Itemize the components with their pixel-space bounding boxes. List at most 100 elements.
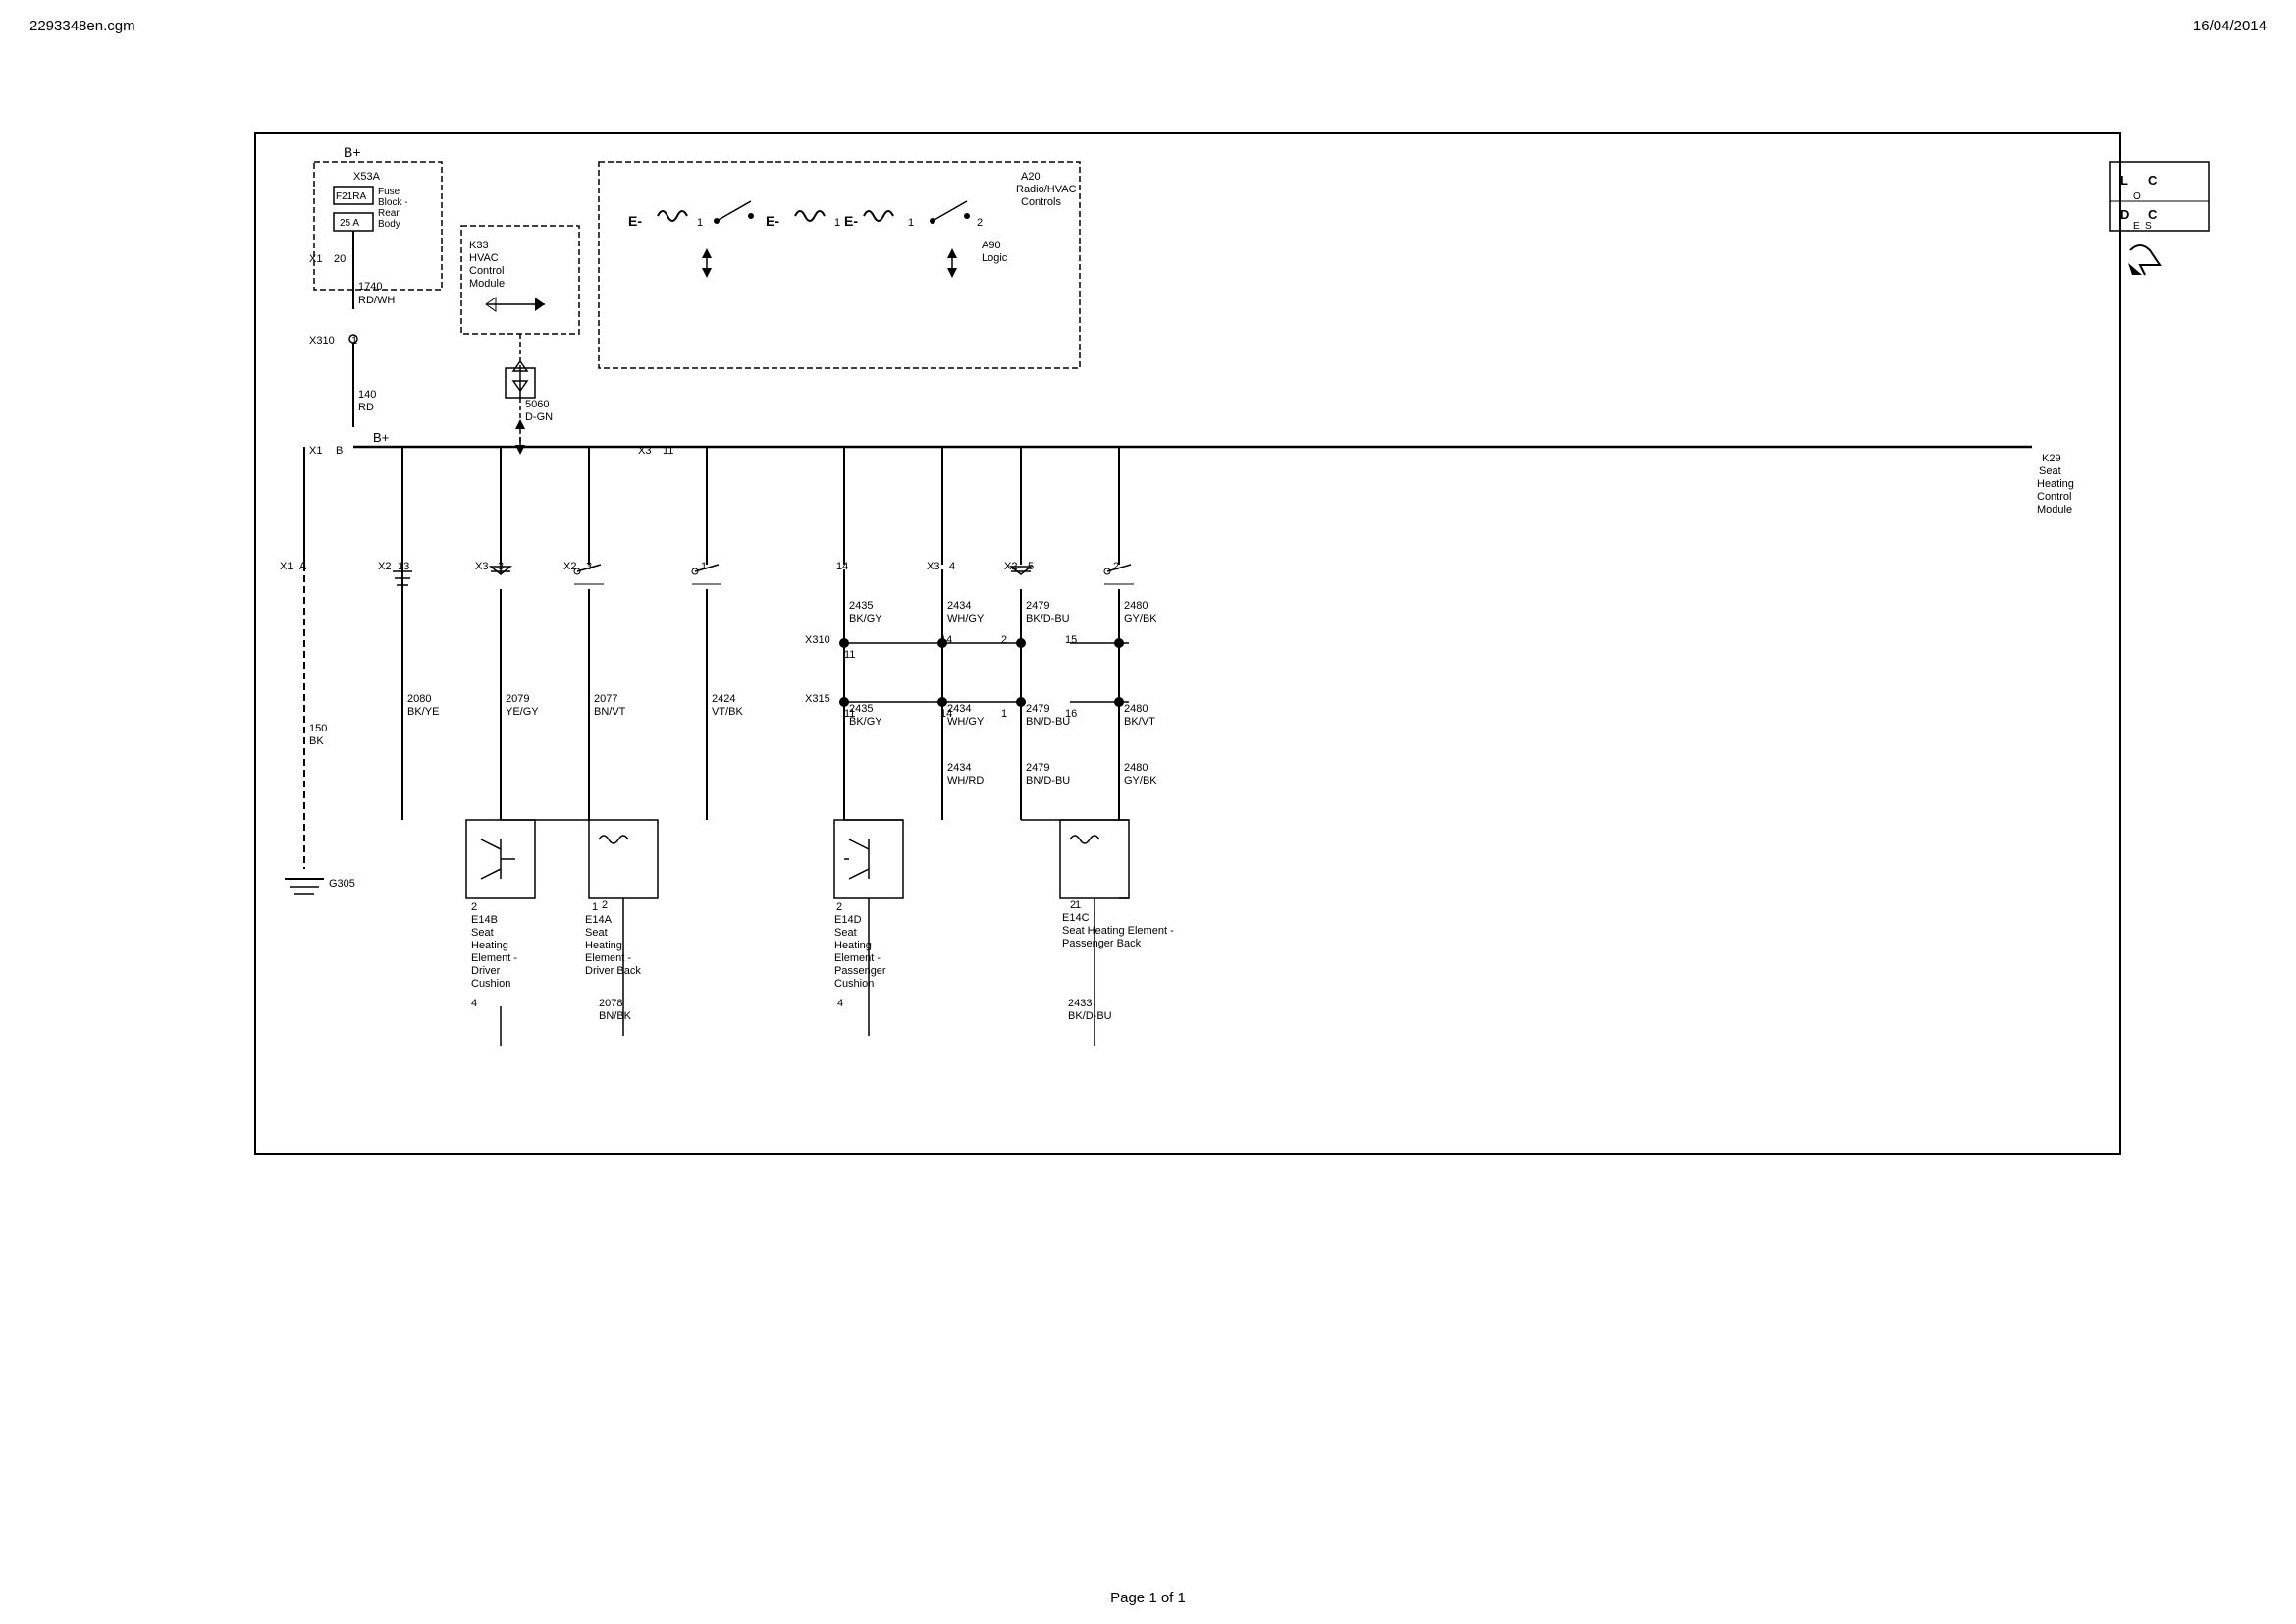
wiring-diagram: B+ X53A F21RA Fuse Block - Rear Body 25 … (20, 54, 2277, 1586)
svg-text:2479: 2479 (1026, 600, 1049, 612)
svg-text:BN/VT: BN/VT (594, 706, 626, 718)
svg-text:BK/D-BU: BK/D-BU (1026, 613, 1070, 624)
svg-text:X315: X315 (805, 693, 830, 705)
svg-text:X1: X1 (309, 445, 322, 457)
svg-text:2435: 2435 (849, 600, 873, 612)
svg-text:2: 2 (471, 901, 477, 913)
svg-text:2077: 2077 (594, 693, 617, 705)
svg-text:2078: 2078 (599, 998, 622, 1009)
svg-text:25 A: 25 A (340, 218, 359, 229)
svg-text:Seat: Seat (471, 927, 494, 939)
svg-text:Element -: Element - (471, 952, 517, 964)
total-pages: 1 (1178, 1590, 1186, 1606)
svg-text:5060: 5060 (525, 399, 549, 410)
svg-text:WH/GY: WH/GY (947, 613, 985, 624)
svg-text:D-GN: D-GN (525, 411, 553, 423)
svg-text:X3: X3 (927, 561, 939, 572)
svg-text:Cushion: Cushion (471, 978, 510, 990)
svg-text:RD/WH: RD/WH (358, 295, 395, 306)
svg-text:1: 1 (697, 217, 703, 229)
svg-text:1: 1 (1075, 899, 1081, 911)
svg-text:Radio/HVAC: Radio/HVAC (1016, 184, 1077, 195)
svg-text:VT/BK: VT/BK (712, 706, 743, 718)
svg-text:B: B (336, 445, 343, 457)
svg-text:X53A: X53A (353, 171, 381, 183)
svg-text:2480: 2480 (1124, 600, 1148, 612)
svg-text:C: C (2148, 207, 2158, 222)
svg-text:WH/GY: WH/GY (947, 716, 985, 728)
svg-text:1: 1 (701, 561, 707, 572)
svg-text:X3: X3 (475, 561, 488, 572)
svg-text:E: E (2133, 221, 2140, 232)
svg-text:2434: 2434 (947, 600, 971, 612)
page-number: 1 (1148, 1590, 1156, 1606)
svg-text:Heating: Heating (834, 940, 872, 951)
svg-text:GY/BK: GY/BK (1124, 775, 1157, 786)
svg-text:2434: 2434 (947, 703, 971, 715)
svg-text:C: C (2148, 173, 2158, 188)
svg-text:Seat: Seat (585, 927, 608, 939)
svg-text:4: 4 (837, 998, 843, 1009)
svg-text:2480: 2480 (1124, 762, 1148, 774)
svg-text:YE/GY: YE/GY (506, 706, 539, 718)
svg-text:3: 3 (586, 561, 592, 572)
svg-text:HVAC: HVAC (469, 252, 499, 264)
svg-text:E-: E- (844, 213, 858, 229)
svg-text:2: 2 (836, 901, 842, 913)
svg-text:11: 11 (844, 708, 855, 720)
svg-text:L: L (2120, 173, 2128, 188)
svg-text:1740: 1740 (358, 281, 382, 293)
svg-text:Control: Control (2037, 491, 2071, 503)
svg-text:BN/D-BU: BN/D-BU (1026, 775, 1070, 786)
svg-text:2079: 2079 (506, 693, 529, 705)
svg-text:Heating: Heating (471, 940, 508, 951)
svg-text:Passenger Back: Passenger Back (1062, 938, 1142, 949)
svg-text:G305: G305 (329, 878, 355, 890)
svg-text:Logic: Logic (982, 252, 1008, 264)
svg-text:X3: X3 (638, 445, 651, 457)
svg-text:Rear: Rear (378, 208, 400, 219)
svg-text:K33: K33 (469, 240, 489, 251)
svg-text:Element -: Element - (834, 952, 881, 964)
svg-text:4: 4 (471, 998, 477, 1009)
svg-text:E14B: E14B (471, 914, 498, 926)
svg-text:1: 1 (1001, 708, 1007, 720)
svg-text:2433: 2433 (1068, 998, 1092, 1009)
svg-text:Driver Back: Driver Back (585, 965, 641, 977)
svg-text:F21RA: F21RA (336, 191, 366, 202)
svg-text:2: 2 (1001, 634, 1007, 646)
svg-text:BN/BK: BN/BK (599, 1010, 632, 1022)
of-label: of (1161, 1590, 1174, 1606)
svg-text:15: 15 (1065, 634, 1077, 646)
svg-text:X1: X1 (280, 561, 293, 572)
file-name: 2293348en.cgm (29, 18, 135, 34)
svg-text:2: 2 (602, 899, 608, 911)
svg-text:BK: BK (309, 735, 324, 747)
svg-text:Seat: Seat (834, 927, 857, 939)
svg-text:140: 140 (358, 389, 376, 401)
svg-text:2080: 2080 (407, 693, 431, 705)
svg-text:1: 1 (908, 217, 914, 229)
svg-text:E-: E- (628, 213, 642, 229)
svg-text:13: 13 (398, 561, 409, 572)
svg-text:1: 1 (592, 901, 598, 913)
svg-text:BK/D-BU: BK/D-BU (1068, 1010, 1112, 1022)
svg-text:X1: X1 (309, 253, 322, 265)
svg-text:B+: B+ (373, 430, 389, 445)
svg-text:Driver: Driver (471, 965, 501, 977)
svg-text:2479: 2479 (1026, 703, 1049, 715)
svg-text:2: 2 (1113, 561, 1119, 572)
svg-text:Fuse: Fuse (378, 187, 400, 197)
svg-text:Module: Module (469, 278, 505, 290)
svg-text:B+: B+ (344, 144, 361, 160)
svg-text:WH/RD: WH/RD (947, 775, 984, 786)
svg-text:Control: Control (469, 265, 504, 277)
svg-text:11: 11 (663, 445, 673, 457)
svg-text:Block -: Block - (378, 197, 408, 208)
svg-text:Module: Module (2037, 504, 2072, 515)
svg-text:Element -: Element - (585, 952, 631, 964)
svg-text:BN/D-BU: BN/D-BU (1026, 716, 1070, 728)
svg-text:1: 1 (834, 217, 840, 229)
svg-text:Body: Body (378, 219, 400, 230)
svg-text:D: D (2120, 207, 2129, 222)
